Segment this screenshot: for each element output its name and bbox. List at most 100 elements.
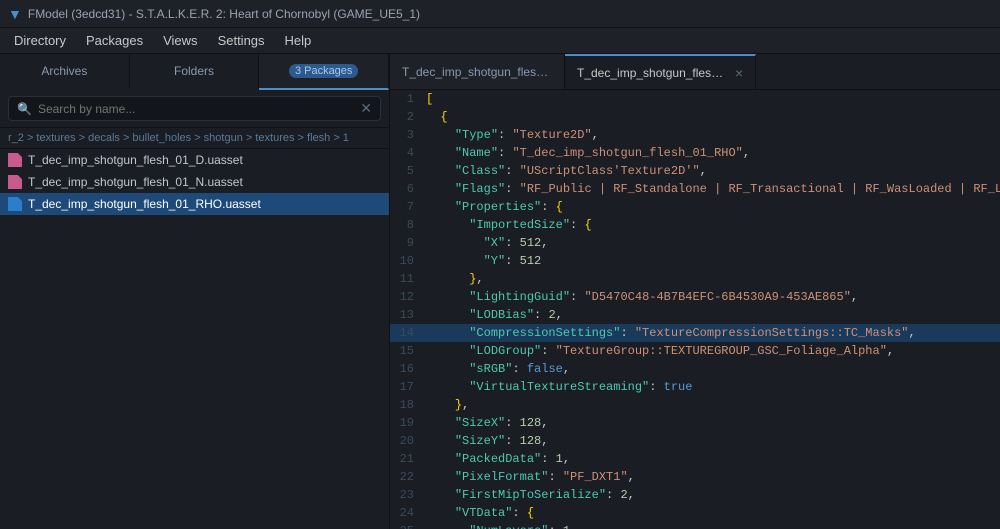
line-number: 6 [390, 180, 426, 198]
file-tabs: T_dec_imp_shotgun_flesh... T_dec_imp_sho… [390, 54, 1000, 90]
line-number: 16 [390, 360, 426, 378]
line-number: 25 [390, 522, 426, 529]
code-line: 12 "LightingGuid": "D5470C48-4B7B4EFC-6B… [390, 288, 1000, 306]
line-number: 4 [390, 144, 426, 162]
line-number: 2 [390, 108, 426, 126]
menu-packages[interactable]: Packages [76, 31, 153, 50]
menu-help[interactable]: Help [275, 31, 322, 50]
code-line: 7 "Properties": { [390, 198, 1000, 216]
line-number: 11 [390, 270, 426, 288]
line-number: 20 [390, 432, 426, 450]
code-area[interactable]: 1[2 {3 "Type": "Texture2D",4 "Name": "T_… [390, 90, 1000, 529]
line-number: 22 [390, 468, 426, 486]
line-content: "Y": 512 [426, 252, 1000, 270]
code-line: 23 "FirstMipToSerialize": 2, [390, 486, 1000, 504]
app-icon: ▼ [8, 6, 22, 22]
code-line: 5 "Class": "UScriptClass'Texture2D'", [390, 162, 1000, 180]
line-content: "Name": "T_dec_imp_shotgun_flesh_01_RHO"… [426, 144, 1000, 162]
line-number: 9 [390, 234, 426, 252]
line-number: 23 [390, 486, 426, 504]
line-content: "Class": "UScriptClass'Texture2D'", [426, 162, 1000, 180]
line-number: 10 [390, 252, 426, 270]
file-tab-close-icon[interactable]: × [735, 65, 743, 81]
file-icon-d [8, 153, 22, 167]
tab-archives[interactable]: Archives [0, 54, 130, 90]
line-number: 21 [390, 450, 426, 468]
menu-directory[interactable]: Directory [4, 31, 76, 50]
line-content: "LightingGuid": "D5470C48-4B7B4EFC-6B453… [426, 288, 1000, 306]
title-text: FModel (3edcd31) - S.T.A.L.K.E.R. 2: Hea… [28, 7, 420, 21]
main-layout: Archives Folders 3 Packages 🔍 ✕ r_2 > te… [0, 54, 1000, 529]
search-icon: 🔍 [17, 102, 32, 116]
code-line: 25 "NumLayers": 1, [390, 522, 1000, 529]
code-line: 17 "VirtualTextureStreaming": true [390, 378, 1000, 396]
line-number: 15 [390, 342, 426, 360]
line-content: "ImportedSize": { [426, 216, 1000, 234]
line-number: 17 [390, 378, 426, 396]
line-number: 7 [390, 198, 426, 216]
line-number: 1 [390, 90, 426, 108]
file-tab-2[interactable]: T_dec_imp_shotgun_flesh... × [565, 54, 756, 89]
line-content: "SizeX": 128, [426, 414, 1000, 432]
code-line: 2 { [390, 108, 1000, 126]
file-tab-1[interactable]: T_dec_imp_shotgun_flesh... [390, 54, 565, 89]
code-line: 19 "SizeX": 128, [390, 414, 1000, 432]
line-number: 19 [390, 414, 426, 432]
file-item-n[interactable]: T_dec_imp_shotgun_flesh_01_N.uasset [0, 171, 389, 193]
line-content: "Properties": { [426, 198, 1000, 216]
code-line: 11 }, [390, 270, 1000, 288]
line-content: [ [426, 90, 1000, 108]
code-line: 20 "SizeY": 128, [390, 432, 1000, 450]
code-line: 15 "LODGroup": "TextureGroup::TEXTUREGRO… [390, 342, 1000, 360]
tab-folders[interactable]: Folders [130, 54, 260, 90]
code-line: 14 "CompressionSettings": "TextureCompre… [390, 324, 1000, 342]
search-bar: 🔍 ✕ [0, 90, 389, 128]
search-clear-icon[interactable]: ✕ [360, 100, 372, 117]
line-number: 13 [390, 306, 426, 324]
line-content: "PixelFormat": "PF_DXT1", [426, 468, 1000, 486]
code-line: 22 "PixelFormat": "PF_DXT1", [390, 468, 1000, 486]
menu-bar: Directory Packages Views Settings Help [0, 28, 1000, 54]
line-number: 18 [390, 396, 426, 414]
file-item-d[interactable]: T_dec_imp_shotgun_flesh_01_D.uasset [0, 149, 389, 171]
code-line: 1[ [390, 90, 1000, 108]
packages-badge: 3 Packages [289, 64, 358, 78]
code-line: 18 }, [390, 396, 1000, 414]
line-content: "X": 512, [426, 234, 1000, 252]
search-input[interactable] [38, 102, 360, 116]
menu-views[interactable]: Views [153, 31, 207, 50]
line-content: "LODGroup": "TextureGroup::TEXTUREGROUP_… [426, 342, 1000, 360]
line-content: { [426, 108, 1000, 126]
code-line: 6 "Flags": "RF_Public | RF_Standalone | … [390, 180, 1000, 198]
left-panel: Archives Folders 3 Packages 🔍 ✕ r_2 > te… [0, 54, 390, 529]
panel-tabs: Archives Folders 3 Packages [0, 54, 389, 90]
line-content: "VTData": { [426, 504, 1000, 522]
line-content: "LODBias": 2, [426, 306, 1000, 324]
breadcrumb: r_2 > textures > decals > bullet_holes >… [0, 128, 389, 149]
line-content: "Type": "Texture2D", [426, 126, 1000, 144]
right-panel: T_dec_imp_shotgun_flesh... T_dec_imp_sho… [390, 54, 1000, 529]
code-line: 9 "X": 512, [390, 234, 1000, 252]
line-number: 24 [390, 504, 426, 522]
search-container: 🔍 ✕ [8, 96, 381, 121]
line-content: }, [426, 396, 1000, 414]
line-number: 8 [390, 216, 426, 234]
code-line: 13 "LODBias": 2, [390, 306, 1000, 324]
line-content: "CompressionSettings": "TextureCompressi… [426, 324, 1000, 342]
line-content: "SizeY": 128, [426, 432, 1000, 450]
line-content: "sRGB": false, [426, 360, 1000, 378]
code-line: 16 "sRGB": false, [390, 360, 1000, 378]
file-item-rho[interactable]: T_dec_imp_shotgun_flesh_01_RHO.uasset [0, 193, 389, 215]
tab-packages[interactable]: 3 Packages [259, 54, 389, 90]
line-content: "NumLayers": 1, [426, 522, 1000, 529]
line-content: "PackedData": 1, [426, 450, 1000, 468]
code-line: 21 "PackedData": 1, [390, 450, 1000, 468]
line-number: 12 [390, 288, 426, 306]
code-line: 24 "VTData": { [390, 504, 1000, 522]
line-number: 3 [390, 126, 426, 144]
file-list: T_dec_imp_shotgun_flesh_01_D.uasset T_de… [0, 149, 389, 529]
file-icon-n [8, 175, 22, 189]
file-icon-rho [8, 197, 22, 211]
line-number: 5 [390, 162, 426, 180]
menu-settings[interactable]: Settings [208, 31, 275, 50]
